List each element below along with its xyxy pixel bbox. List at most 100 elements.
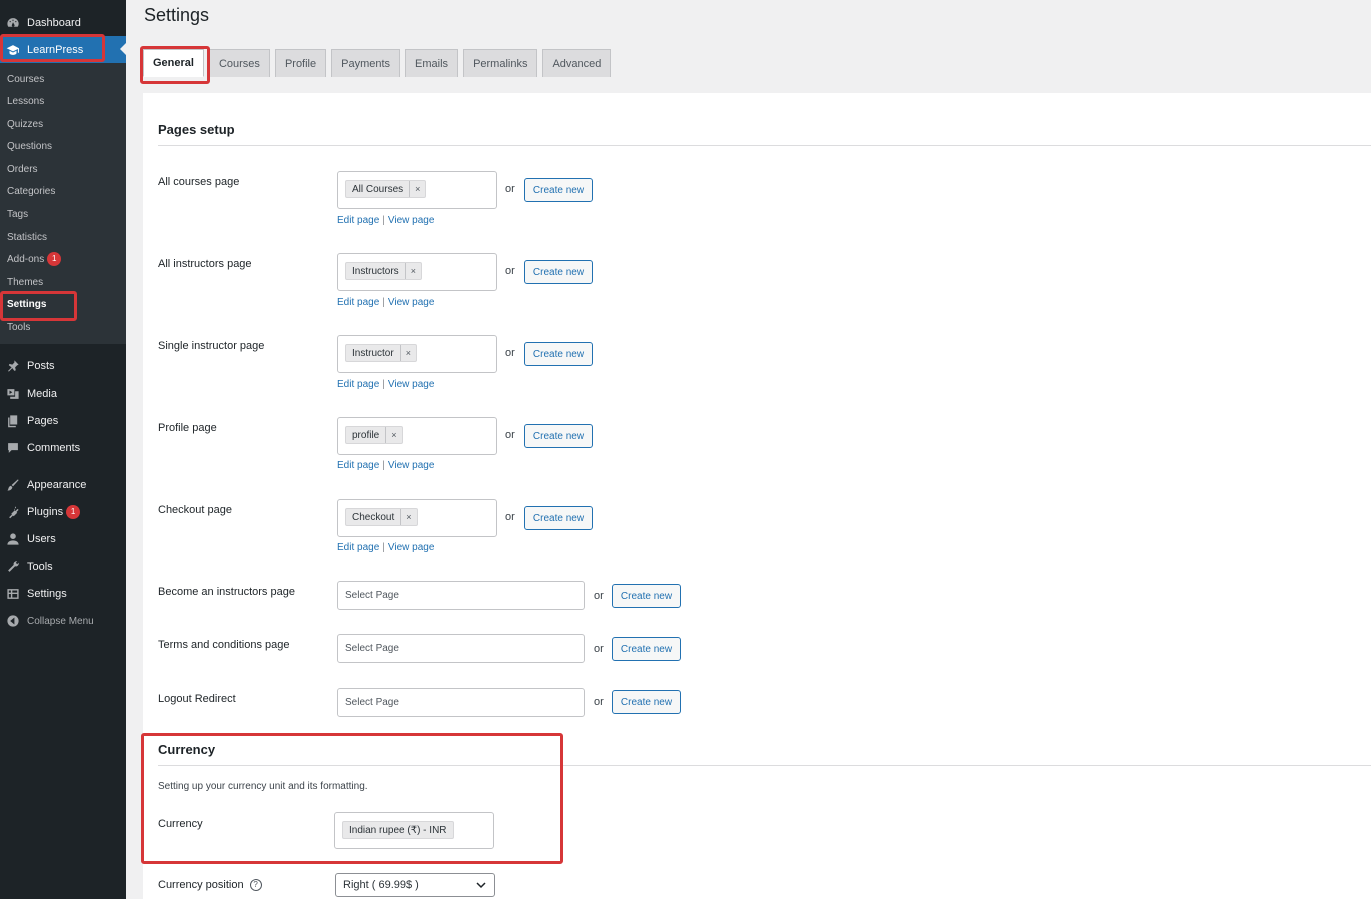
all-courses-label: All courses page — [158, 176, 240, 188]
tab-general[interactable]: General — [143, 49, 204, 77]
remove-icon[interactable]: × — [385, 427, 401, 443]
menu-appearance[interactable]: Appearance — [0, 472, 126, 498]
logout-redirect-label: Logout Redirect — [158, 693, 236, 705]
link-separator: | — [382, 215, 385, 226]
submenu-courses[interactable]: Courses — [7, 72, 44, 88]
menu-posts-label: Posts — [27, 360, 55, 372]
create-new-button[interactable]: Create new — [612, 637, 681, 661]
menu-dashboard-label: Dashboard — [27, 17, 81, 29]
section-divider — [158, 765, 1371, 766]
menu-dashboard[interactable]: Dashboard — [0, 10, 126, 36]
remove-icon[interactable]: × — [404, 263, 421, 279]
graduation-cap-icon — [6, 43, 20, 57]
menu-tools[interactable]: Tools — [0, 554, 126, 580]
tab-profile[interactable]: Profile — [274, 49, 327, 77]
submenu-quizzes[interactable]: Quizzes — [7, 117, 43, 133]
checkout-page-label: Checkout page — [158, 504, 232, 516]
link-separator: | — [382, 297, 385, 308]
page-links: Edit page | View page — [337, 379, 434, 390]
menu-users[interactable]: Users — [0, 526, 126, 552]
or-text: or — [594, 590, 604, 602]
view-page-link[interactable]: View page — [388, 297, 435, 308]
create-new-button[interactable]: Create new — [612, 584, 681, 608]
media-icon — [6, 387, 20, 401]
selected-page-chip: All Courses × — [345, 180, 427, 198]
currency-position-select[interactable]: Right ( 69.99$ ) — [335, 873, 495, 897]
edit-page-link[interactable]: Edit page — [337, 297, 379, 308]
collapse-menu-button[interactable]: Collapse Menu — [0, 608, 126, 634]
settings-tabs: General Courses Profile Payments Emails … — [143, 49, 616, 77]
menu-media[interactable]: Media — [0, 381, 126, 407]
menu-appearance-label: Appearance — [27, 479, 87, 491]
submenu-addons-label: Add-ons — [7, 254, 45, 265]
remove-icon[interactable]: × — [409, 181, 425, 197]
selected-page-chip: profile × — [345, 426, 403, 444]
tab-courses[interactable]: Courses — [208, 49, 270, 77]
all-courses-select[interactable]: All Courses × — [337, 171, 497, 209]
menu-plugins-label: Plugins — [27, 506, 64, 518]
menu-comments[interactable]: Comments — [0, 435, 126, 461]
remove-icon[interactable]: × — [400, 509, 416, 525]
submenu-addons[interactable]: Add-ons 1 — [7, 252, 62, 268]
selected-page-chip: Instructor × — [345, 344, 417, 362]
menu-learnpress[interactable]: LearnPress — [0, 36, 126, 63]
edit-page-link[interactable]: Edit page — [337, 542, 379, 553]
all-instructors-select[interactable]: Instructors × — [337, 253, 497, 291]
menu-pages[interactable]: Pages — [0, 408, 126, 434]
pages-icon — [6, 414, 20, 428]
create-new-button[interactable]: Create new — [524, 506, 593, 530]
help-icon[interactable]: ? — [249, 879, 262, 892]
menu-plugins[interactable]: Plugins 1 — [0, 499, 126, 525]
terms-conditions-label: Terms and conditions page — [158, 639, 290, 651]
menu-media-label: Media — [27, 388, 57, 400]
tab-payments[interactable]: Payments — [331, 49, 401, 77]
submenu-categories[interactable]: Categories — [7, 184, 55, 200]
menu-settings[interactable]: Settings — [0, 581, 126, 607]
tab-emails[interactable]: Emails — [405, 49, 459, 77]
view-page-link[interactable]: View page — [388, 215, 435, 226]
single-instructor-select[interactable]: Instructor × — [337, 335, 497, 373]
selected-page-chip: Checkout × — [345, 508, 418, 526]
edit-page-link[interactable]: Edit page — [337, 379, 379, 390]
currency-value: Indian rupee (₹) - INR — [349, 824, 447, 836]
submenu-questions[interactable]: Questions — [7, 139, 52, 155]
link-separator: | — [382, 542, 385, 553]
chip-label: profile — [352, 429, 380, 441]
create-new-button[interactable]: Create new — [612, 690, 681, 714]
profile-page-select[interactable]: profile × — [337, 417, 497, 455]
currency-select[interactable]: Indian rupee (₹) - INR — [334, 812, 494, 849]
chip-label: Checkout — [352, 511, 395, 523]
view-page-link[interactable]: View page — [388, 460, 435, 471]
tab-permalinks[interactable]: Permalinks — [463, 49, 538, 77]
create-new-button[interactable]: Create new — [524, 424, 593, 448]
remove-icon[interactable]: × — [399, 345, 416, 361]
submenu-themes[interactable]: Themes — [7, 275, 43, 291]
view-page-link[interactable]: View page — [388, 379, 435, 390]
view-page-link[interactable]: View page — [388, 542, 435, 553]
menu-posts[interactable]: Posts — [0, 353, 126, 379]
submenu-tags[interactable]: Tags — [7, 207, 28, 223]
collapse-icon — [6, 614, 20, 628]
submenu-settings[interactable]: Settings — [7, 297, 46, 313]
chip-label: Instructor — [352, 347, 394, 359]
tab-advanced[interactable]: Advanced — [542, 49, 612, 77]
link-separator: | — [382, 379, 385, 390]
logout-redirect-select[interactable]: Select Page — [337, 688, 585, 717]
user-icon — [6, 532, 20, 546]
submenu-orders[interactable]: Orders — [7, 162, 38, 178]
submenu-lessons[interactable]: Lessons — [7, 94, 44, 110]
create-new-button[interactable]: Create new — [524, 342, 593, 366]
create-new-button[interactable]: Create new — [524, 260, 593, 284]
currency-description: Setting up your currency unit and its fo… — [158, 781, 368, 792]
edit-page-link[interactable]: Edit page — [337, 215, 379, 226]
submenu-statistics[interactable]: Statistics — [7, 230, 47, 246]
checkout-page-select[interactable]: Checkout × — [337, 499, 497, 537]
edit-page-link[interactable]: Edit page — [337, 460, 379, 471]
page-links: Edit page | View page — [337, 215, 434, 226]
page-links: Edit page | View page — [337, 542, 434, 553]
become-instructor-select[interactable]: Select Page — [337, 581, 585, 610]
create-new-button[interactable]: Create new — [524, 178, 593, 202]
submenu-tools[interactable]: Tools — [7, 320, 30, 336]
terms-conditions-select[interactable]: Select Page — [337, 634, 585, 663]
selected-page-chip: Instructors × — [345, 262, 422, 280]
